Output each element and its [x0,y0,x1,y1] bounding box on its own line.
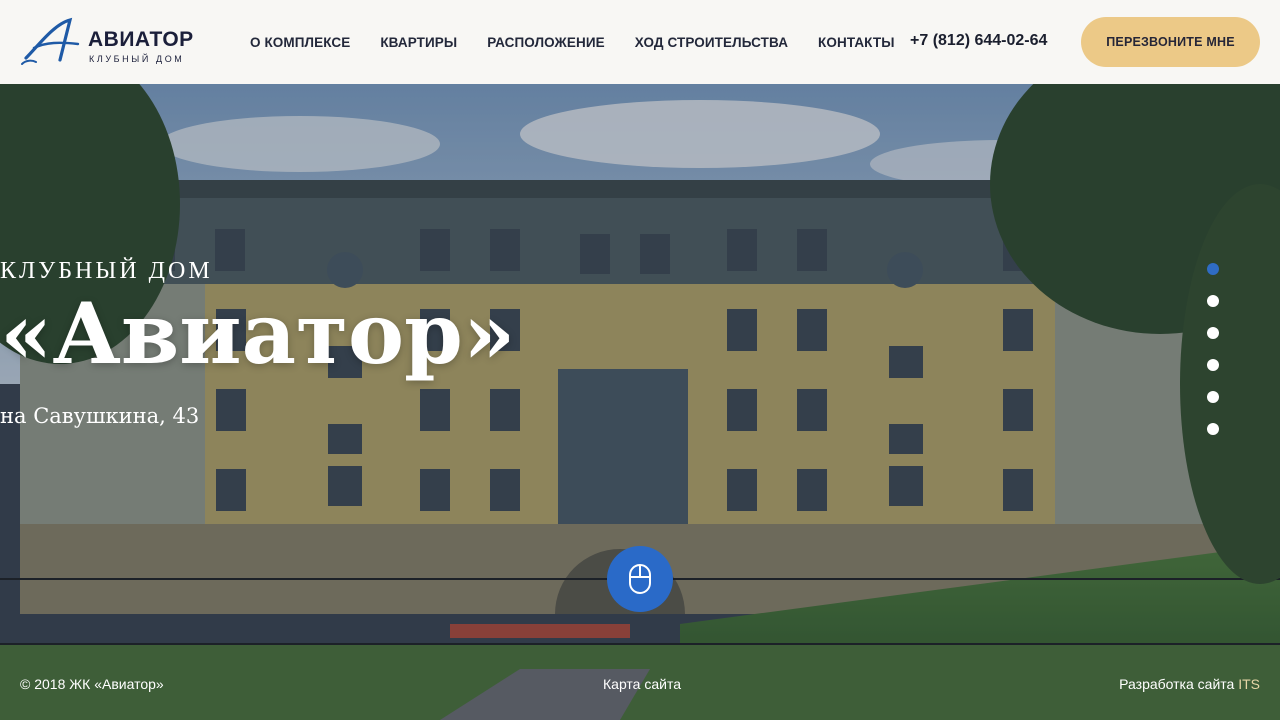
site-header: АВИАТОР КЛУБНЫЙ ДОМ О КОМПЛЕКСЕ КВАРТИРЫ… [0,0,1280,84]
developer-credit: Разработка сайта ITS [1119,676,1260,692]
hero-title: «Авиатор» [0,284,516,383]
hero-overlay [0,84,1280,720]
callback-button[interactable]: ПЕРЕЗВОНИТЕ МНЕ [1081,17,1260,67]
nav-item-about[interactable]: О КОМПЛЕКСЕ [250,35,350,50]
hero-section: КЛУБНЫЙ ДОМ «Авиатор» на Савушкина, 43 ©… [0,84,1280,720]
logo-subtitle: КЛУБНЫЙ ДОМ [89,54,185,64]
slide-dot-5[interactable] [1207,391,1219,403]
nav-item-apartments[interactable]: КВАРТИРЫ [380,35,457,50]
slider-pagination [1207,263,1221,455]
slide-dot-2[interactable] [1207,295,1219,307]
slide-dot-4[interactable] [1207,359,1219,371]
developer-credit-prefix: Разработка сайта [1119,676,1235,692]
mouse-icon [629,564,651,594]
slide-dot-3[interactable] [1207,327,1219,339]
phone-link[interactable]: +7 (812) 644-02-64 [910,32,1047,50]
logo[interactable]: АВИАТОР КЛУБНЫЙ ДОМ [20,14,193,70]
nav-item-construction[interactable]: ХОД СТРОИТЕЛЬСТВА [635,35,788,50]
hero-kicker: КЛУБНЫЙ ДОМ [0,258,213,284]
nav-item-location[interactable]: РАСПОЛОЖЕНИЕ [487,35,605,50]
nav-item-contacts[interactable]: КОНТАКТЫ [818,35,894,50]
developer-link[interactable]: ITS [1238,676,1260,692]
copyright-text: © 2018 ЖК «Авиатор» [20,676,164,692]
main-nav: О КОМПЛЕКСЕ КВАРТИРЫ РАСПОЛОЖЕНИЕ ХОД СТ… [250,0,925,84]
slide-dot-6[interactable] [1207,423,1219,435]
sitemap-link[interactable]: Карта сайта [603,676,681,692]
hero-subtitle: на Савушкина, 43 [0,404,200,428]
logo-mark-icon [21,17,80,65]
slide-dot-1[interactable] [1207,263,1219,275]
logo-title: АВИАТОР [88,28,194,51]
scroll-down-button[interactable] [607,546,673,612]
